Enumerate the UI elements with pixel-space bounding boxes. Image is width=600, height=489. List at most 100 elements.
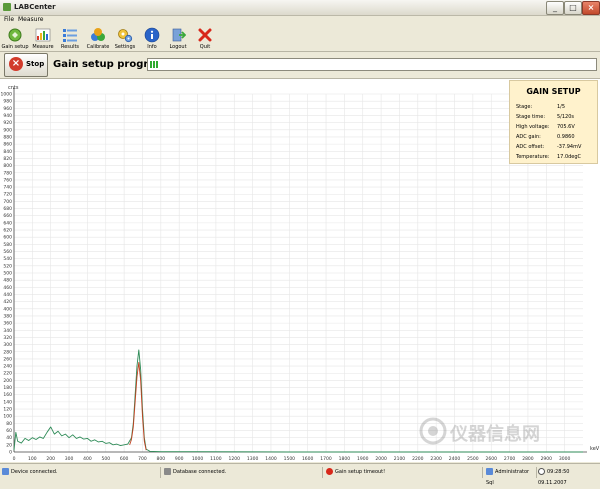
menu-file[interactable]: File xyxy=(4,16,14,23)
stop-icon: × xyxy=(9,57,23,71)
window-title: LABCenter xyxy=(14,3,56,11)
status-device: Device connected. xyxy=(2,467,161,478)
x-tick-label: 0 xyxy=(13,456,16,462)
y-tick-label: 260 xyxy=(3,356,12,362)
y-tick-label: 100 xyxy=(3,414,12,420)
y-tick-label: 400 xyxy=(3,306,12,312)
y-tick-label: 820 xyxy=(3,156,12,162)
x-tick-label: 1400 xyxy=(265,456,277,462)
x-tick-label: 100 xyxy=(28,456,37,462)
y-tick-label: 420 xyxy=(3,299,12,305)
y-tick-label: 120 xyxy=(3,407,12,413)
x-tick-label: 2700 xyxy=(504,456,516,462)
warning-icon xyxy=(326,468,333,475)
y-tick-label: 840 xyxy=(3,149,12,155)
gain-row-label: High voltage: xyxy=(516,124,550,130)
status-datetime: 09:28:50 09.11.2007 xyxy=(538,468,570,486)
gain-row-value: 17.0degC xyxy=(557,154,582,160)
y-tick-label: 480 xyxy=(3,278,12,284)
x-tick-label: 2000 xyxy=(375,456,387,462)
y-tick-label: 760 xyxy=(3,177,12,183)
spectrum-series-line xyxy=(129,362,147,451)
x-tick-label: 200 xyxy=(46,456,55,462)
y-tick-label: 700 xyxy=(3,199,12,205)
y-tick-label: 380 xyxy=(3,313,12,319)
maximize-button[interactable]: □ xyxy=(564,1,582,15)
close-button[interactable]: × xyxy=(582,1,600,15)
info-icon xyxy=(144,27,160,43)
y-tick-label: 600 xyxy=(3,235,12,241)
x-tick-label: 2200 xyxy=(412,456,424,462)
gain-row-value: 5/120s xyxy=(557,114,575,120)
results-button[interactable]: Results xyxy=(55,26,85,50)
gain-row-label: ADC gain: xyxy=(516,134,541,140)
x-tick-label: 900 xyxy=(175,456,184,462)
y-tick-label: 540 xyxy=(3,256,12,262)
y-tick-label: 560 xyxy=(3,249,12,255)
x-tick-label: 2600 xyxy=(485,456,497,462)
y-tick-label: 720 xyxy=(3,192,12,198)
y-tick-label: 880 xyxy=(3,134,12,140)
status-bar: Device connected. Database connected. Ga… xyxy=(0,463,600,486)
x-tick-label: 600 xyxy=(120,456,129,462)
y-tick-label: 440 xyxy=(3,292,12,298)
x-tick-label: 1600 xyxy=(302,456,314,462)
stop-button[interactable]: × Stop xyxy=(4,53,48,77)
y-tick-label: 220 xyxy=(3,371,12,377)
app-icon xyxy=(3,3,11,11)
settings-button[interactable]: Settings xyxy=(110,26,140,50)
status-database: Database connected. xyxy=(164,467,323,478)
status-user: Administrator Sql xyxy=(486,467,537,486)
watermark: 仪器信息网 xyxy=(418,412,578,452)
gain-row-label: Stage time: xyxy=(516,114,546,120)
minimize-button[interactable]: _ xyxy=(546,1,564,15)
quit-icon xyxy=(198,28,212,42)
y-tick-label: 1000 xyxy=(1,92,13,98)
measure-icon xyxy=(35,28,51,42)
device-icon xyxy=(2,468,9,475)
x-tick-label: 2900 xyxy=(541,456,553,462)
logout-icon xyxy=(172,28,186,42)
calibrate-button[interactable]: Calibrate xyxy=(83,26,113,50)
y-tick-label: 500 xyxy=(3,271,12,277)
menu-measure[interactable]: Measure xyxy=(18,16,44,23)
gain-row-label: ADC offset: xyxy=(516,144,545,150)
y-tick-label: 780 xyxy=(3,170,12,176)
x-tick-label: 800 xyxy=(157,456,166,462)
gain-setup-button[interactable]: Gain setup xyxy=(0,26,30,50)
x-tick-label: 1000 xyxy=(192,456,204,462)
quit-button[interactable]: Quit xyxy=(190,26,220,50)
x-tick-label: 1300 xyxy=(247,456,259,462)
x-axis-label: keV xyxy=(590,446,600,452)
x-tick-label: 2500 xyxy=(467,456,479,462)
measure-button[interactable]: Measure xyxy=(28,26,58,50)
x-tick-label: 2100 xyxy=(394,456,406,462)
y-tick-label: 920 xyxy=(3,120,12,126)
x-tick-label: 1500 xyxy=(284,456,296,462)
gain-setup-icon xyxy=(8,28,22,42)
gain-setup-title: GAIN SETUP xyxy=(526,87,581,96)
y-tick-label: 300 xyxy=(3,342,12,348)
y-tick-label: 520 xyxy=(3,263,12,269)
y-tick-label: 680 xyxy=(3,206,12,212)
logout-button[interactable]: Logout xyxy=(163,26,193,50)
progress-row: × Stop Gain setup progress: xyxy=(0,52,600,79)
x-tick-label: 1900 xyxy=(357,456,369,462)
y-tick-label: 60 xyxy=(6,428,12,434)
y-tick-label: 280 xyxy=(3,349,12,355)
calibrate-icon xyxy=(91,28,105,41)
x-tick-label: 2800 xyxy=(522,456,534,462)
x-tick-label: 1100 xyxy=(210,456,222,462)
y-tick-label: 40 xyxy=(6,435,12,441)
y-tick-label: 200 xyxy=(3,378,12,384)
y-tick-label: 900 xyxy=(3,127,12,133)
y-tick-label: 160 xyxy=(3,392,12,398)
gain-row-value: 1/5 xyxy=(557,104,566,110)
x-tick-label: 700 xyxy=(138,456,147,462)
y-tick-label: 240 xyxy=(3,364,12,370)
settings-icon xyxy=(118,29,133,43)
x-tick-label: 2300 xyxy=(430,456,442,462)
y-tick-label: 180 xyxy=(3,385,12,391)
y-tick-label: 740 xyxy=(3,185,12,191)
x-tick-label: 1800 xyxy=(339,456,351,462)
